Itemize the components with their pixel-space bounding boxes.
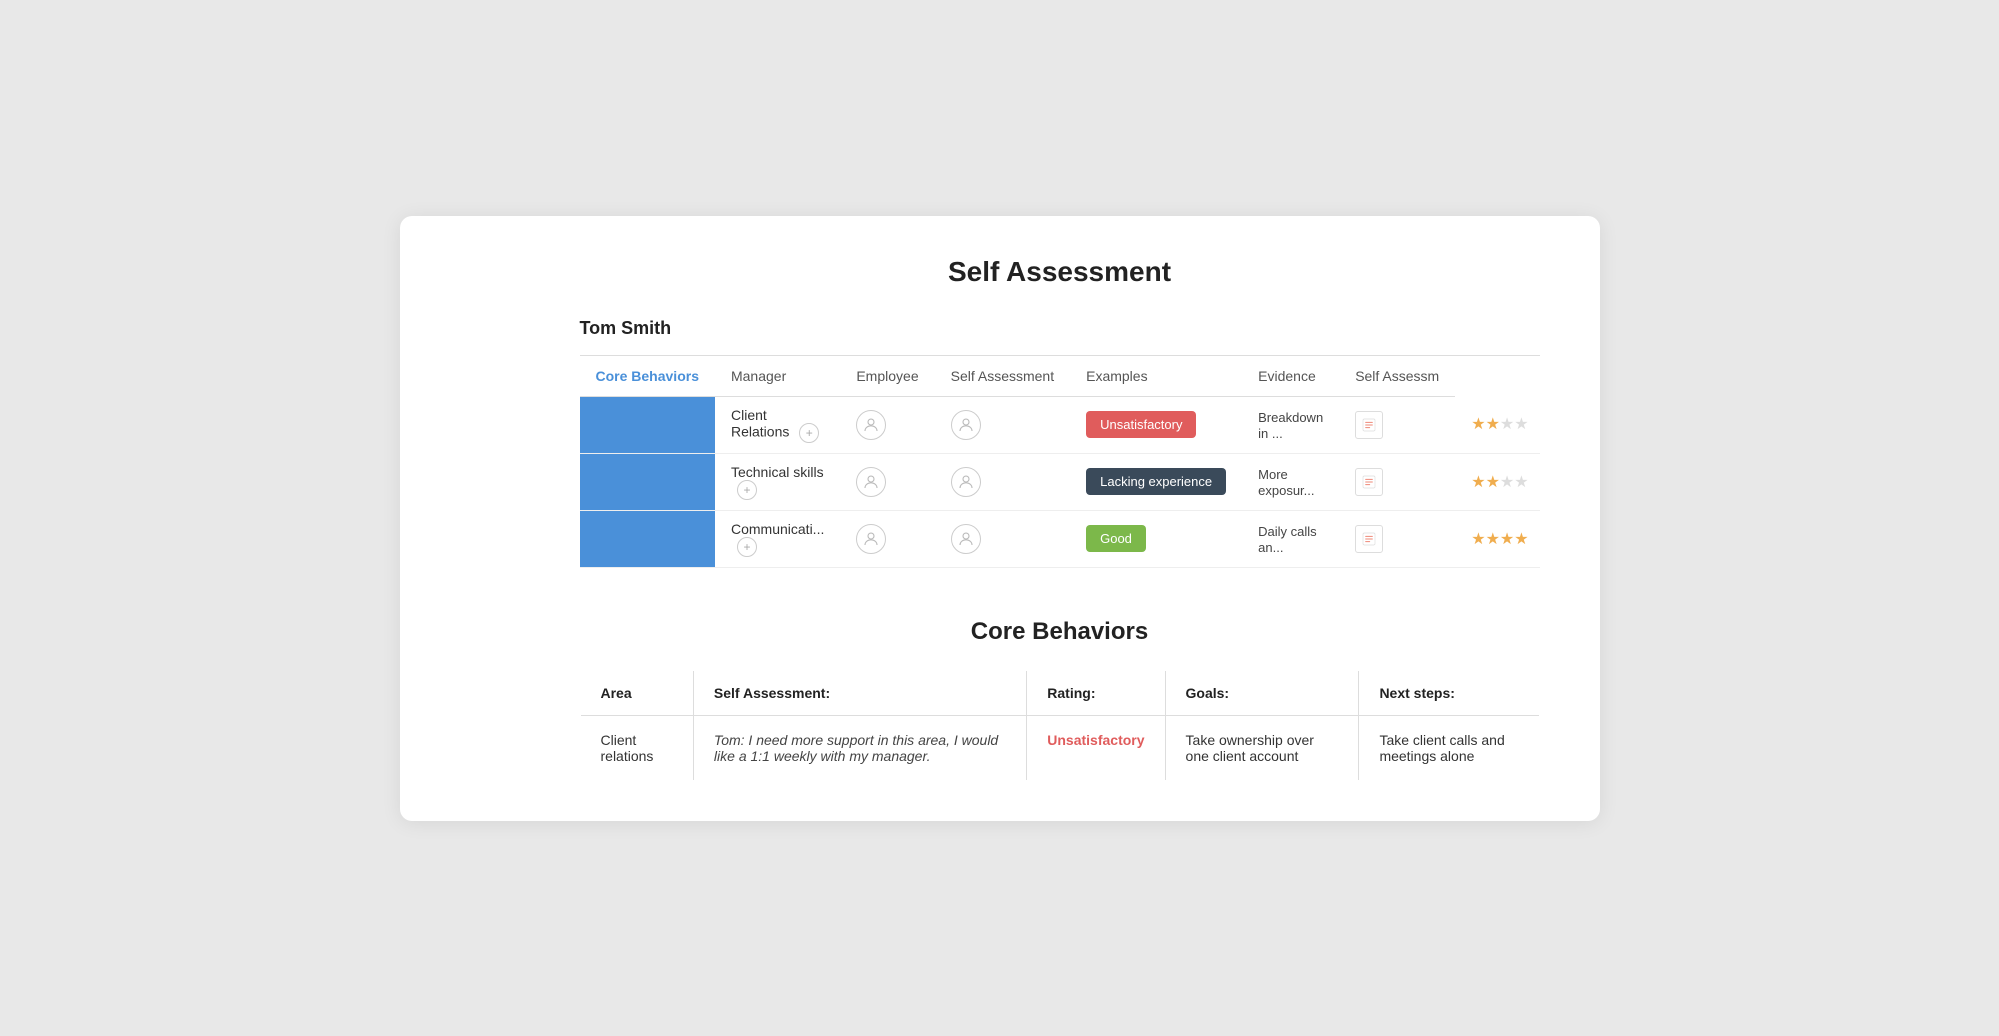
table-row: Communicati... + Good Daily calls an... ★… (580, 510, 1540, 567)
area-cell: Client relations (580, 715, 693, 780)
self-assessment-text: Tom: I need more support in this area, I… (714, 732, 998, 764)
employee-avatar-cell (935, 453, 1071, 510)
row-indicator (580, 396, 715, 453)
stars-cell: ★★★★ (1455, 396, 1539, 453)
col-header-examples: Examples (1070, 356, 1242, 397)
status-badge: Unsatisfactory (1086, 411, 1196, 438)
bottom-col-rating: Rating: (1027, 670, 1165, 715)
employee-avatar (951, 467, 981, 497)
evidence-icon[interactable] (1355, 411, 1383, 439)
manager-avatar (856, 524, 886, 554)
main-card: Self Assessment Tom Smith Core Behaviors… (400, 216, 1600, 821)
examples-cell: Breakdown in ... (1242, 396, 1339, 453)
star-filled: ★ (1514, 531, 1528, 548)
table-row: Client relations Tom: I need more support… (580, 715, 1539, 780)
evidence-icon[interactable] (1355, 468, 1383, 496)
examples-cell: More exposur... (1242, 453, 1339, 510)
examples-cell: Daily calls an... (1242, 510, 1339, 567)
person-name: Tom Smith (580, 318, 1540, 339)
evidence-cell (1339, 453, 1455, 510)
col-header-manager: Manager (715, 356, 840, 397)
page-title: Self Assessment (580, 256, 1540, 288)
star-filled: ★ (1500, 531, 1514, 548)
table-row: Technical skills + Lacking experience Mor… (580, 453, 1540, 510)
star-filled: ★ (1471, 531, 1485, 548)
evidence-cell (1339, 510, 1455, 567)
star-filled: ★ (1486, 416, 1500, 433)
table-row: Client Relations + Unsatisfactory Breakdo… (580, 396, 1540, 453)
section-title: Core Behaviors (580, 618, 1540, 646)
manager-avatar (856, 410, 886, 440)
manager-avatar (856, 467, 886, 497)
manager-avatar-cell (840, 396, 934, 453)
manager-avatar-cell (840, 453, 934, 510)
status-badge: Good (1086, 525, 1146, 552)
col-header-evidence: Evidence (1242, 356, 1339, 397)
employee-avatar-cell (935, 510, 1071, 567)
behavior-name: Communicati... (731, 521, 824, 537)
status-badge-cell: Unsatisfactory (1070, 396, 1242, 453)
star-filled: ★ (1471, 416, 1485, 433)
top-table-wrapper: Core Behaviors Manager Employee Self Ass… (580, 355, 1540, 568)
examples-text: Breakdown in ... (1258, 410, 1323, 441)
behavior-name: Client Relations (731, 407, 789, 440)
col-header-behaviors: Core Behaviors (580, 356, 715, 397)
behavior-name: Technical skills (731, 464, 824, 480)
add-icon[interactable]: + (799, 423, 819, 443)
employee-avatar (951, 524, 981, 554)
behavior-name-cell: Communicati... + (715, 510, 840, 567)
add-icon[interactable]: + (737, 480, 757, 500)
next-steps-cell: Take client calls and meetings alone (1359, 715, 1539, 780)
bottom-col-goals: Goals: (1165, 670, 1359, 715)
evidence-cell (1339, 396, 1455, 453)
bottom-col-area: Area (580, 670, 693, 715)
star-filled: ★ (1486, 531, 1500, 548)
employee-avatar-cell (935, 396, 1071, 453)
rating-value: Unsatisfactory (1047, 732, 1144, 748)
star-empty: ★ (1514, 474, 1528, 491)
star-filled: ★ (1471, 474, 1485, 491)
row-indicator (580, 453, 715, 510)
stars-cell: ★★★★ (1455, 453, 1539, 510)
examples-text: More exposur... (1258, 467, 1314, 498)
star-empty: ★ (1500, 416, 1514, 433)
bottom-table: Area Self Assessment: Rating: Goals: Nex… (580, 670, 1540, 781)
bottom-col-self-assessment: Self Assessment: (693, 670, 1026, 715)
star-empty: ★ (1500, 474, 1514, 491)
col-header-employee: Employee (840, 356, 934, 397)
self-assessment-cell: Tom: I need more support in this area, I… (693, 715, 1026, 780)
star-empty: ★ (1514, 416, 1528, 433)
star-filled: ★ (1486, 474, 1500, 491)
top-table: Core Behaviors Manager Employee Self Ass… (580, 356, 1540, 568)
goals-cell: Take ownership over one client account (1165, 715, 1359, 780)
evidence-icon[interactable] (1355, 525, 1383, 553)
behavior-name-cell: Client Relations + (715, 396, 840, 453)
bottom-col-next-steps: Next steps: (1359, 670, 1539, 715)
employee-avatar (951, 410, 981, 440)
behavior-name-cell: Technical skills + (715, 453, 840, 510)
manager-avatar-cell (840, 510, 934, 567)
status-badge-cell: Good (1070, 510, 1242, 567)
status-badge-cell: Lacking experience (1070, 453, 1242, 510)
stars-cell: ★★★★ (1455, 510, 1539, 567)
rating-cell: Unsatisfactory (1027, 715, 1165, 780)
status-badge: Lacking experience (1086, 468, 1226, 495)
row-indicator (580, 510, 715, 567)
col-header-self-assessment: Self Assessment (935, 356, 1071, 397)
col-header-self-assessm: Self Assessm (1339, 356, 1455, 397)
add-icon[interactable]: + (737, 537, 757, 557)
examples-text: Daily calls an... (1258, 524, 1317, 555)
